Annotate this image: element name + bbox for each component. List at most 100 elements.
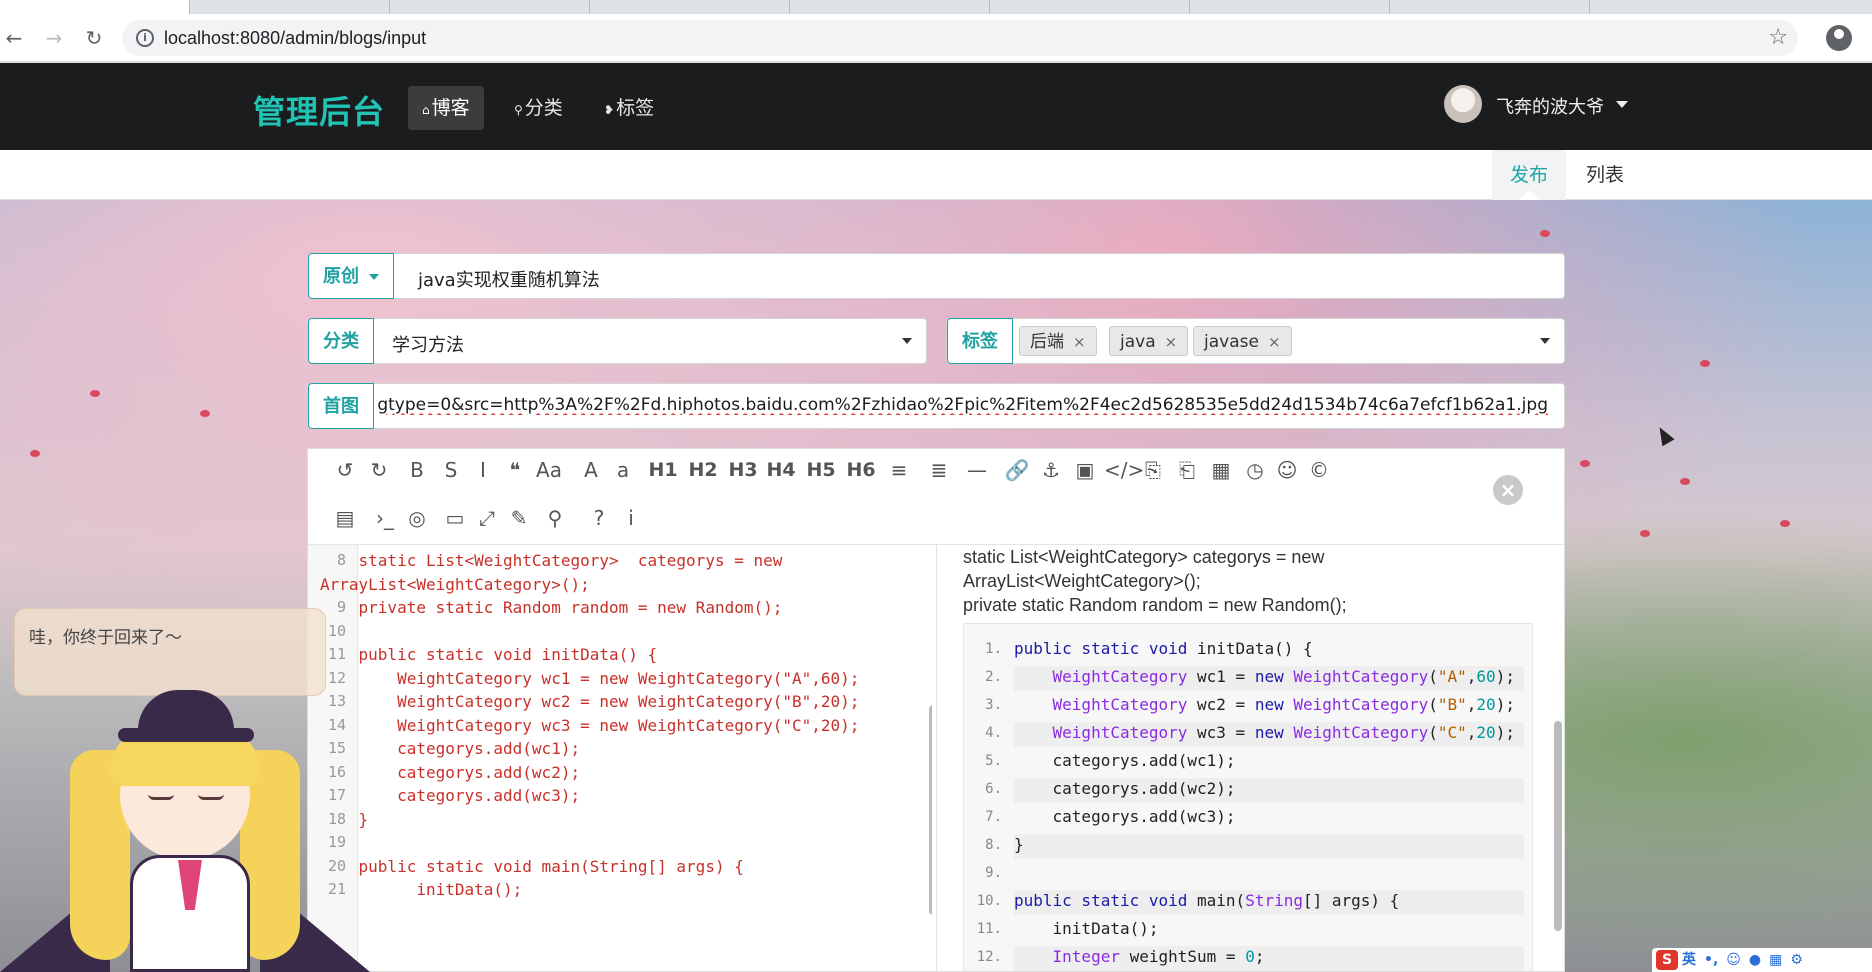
close-icon[interactable]: × [1268, 333, 1281, 351]
redo-icon[interactable]: ↻ [364, 455, 394, 485]
code-line[interactable]: public static void initData() { [320, 645, 658, 664]
ordered-list-icon[interactable]: ≣ [924, 455, 954, 485]
fullscreen-icon[interactable]: ⤢ [472, 503, 502, 533]
h1-button[interactable]: H1 [646, 455, 680, 485]
watch-toggle-icon[interactable]: ◎ [402, 503, 432, 533]
html-entities-icon[interactable]: © [1304, 455, 1334, 485]
horizontal-rule-icon[interactable]: — [962, 455, 992, 485]
code-block-icon[interactable]: ⎘ [1138, 455, 1168, 485]
close-icon[interactable]: × [1493, 475, 1523, 505]
close-icon[interactable]: × [1165, 333, 1178, 351]
help-icon[interactable]: ? [584, 503, 614, 533]
code-line[interactable]: ArrayList<WeightCategory>(); [320, 575, 590, 594]
close-icon[interactable]: × [1073, 333, 1086, 351]
browser-tab[interactable] [800, 0, 990, 14]
h4-button[interactable]: H4 [764, 455, 798, 485]
emoji-icon[interactable]: ☺ [1272, 455, 1302, 485]
h2-button[interactable]: H2 [686, 455, 720, 485]
lowercase-icon[interactable]: a [608, 455, 638, 485]
mascot-character[interactable] [0, 690, 370, 972]
back-icon[interactable]: ← [2, 26, 26, 50]
italic-icon[interactable]: I [468, 455, 498, 485]
browser-tab[interactable] [400, 0, 590, 14]
ime-keyboard-icon[interactable]: ▦ [1769, 948, 1782, 972]
code-line[interactable]: WeightCategory wc1 = new WeightCategory(… [320, 669, 859, 688]
title-input[interactable]: java实现权重随机算法 [418, 266, 600, 292]
code-line: WeightCategory wc1 = new WeightCategory(… [1052, 667, 1515, 686]
cover-url-input[interactable]: fhttp%3A%2F%2Fimgsrc.baidu.com%2Fforum%2… [378, 395, 1548, 415]
sub-navigation: 发布 列表 [0, 150, 1872, 200]
code-preformatted-icon[interactable]: ⎗ [1172, 455, 1202, 485]
scrollbar[interactable] [929, 705, 932, 915]
address-bar[interactable]: i localhost:8080/admin/blogs/input ☆ [122, 20, 1798, 56]
admin-header: 管理后台 ⌂ 博客 ⚲ 分类 ❥ 标签 飞奔的波大爷 [0, 63, 1872, 150]
code-line[interactable]: initData(); [320, 880, 522, 899]
ime-voice-icon[interactable]: ● [1749, 948, 1761, 972]
nav-blogs[interactable]: ⌂ 博客 [408, 86, 484, 130]
anchor-icon[interactable]: ⚓ [1036, 455, 1066, 485]
profile-icon[interactable] [1826, 25, 1852, 51]
code-inline-icon[interactable]: </> [1104, 455, 1144, 485]
code-line[interactable]: static List<WeightCategory> categorys = … [320, 551, 783, 570]
ime-language[interactable]: 英 [1682, 948, 1696, 972]
browser-tab[interactable] [1400, 0, 1590, 14]
category-field[interactable]: 分类 学习方法 [307, 318, 927, 364]
ime-tools-icon[interactable]: ⚙ [1790, 948, 1803, 972]
h3-button[interactable]: H3 [726, 455, 760, 485]
tab-list[interactable]: 列表 [1568, 150, 1642, 200]
nav-categories[interactable]: ⚲ 分类 [500, 86, 577, 130]
browser-tab[interactable] [0, 0, 190, 14]
reload-icon[interactable]: ↻ [82, 26, 106, 50]
scrollbar[interactable] [1554, 721, 1562, 931]
quote-icon[interactable]: ❝ [500, 455, 530, 485]
datetime-icon[interactable]: ◷ [1240, 455, 1270, 485]
strikethrough-icon[interactable]: S [436, 455, 466, 485]
username: 飞奔的波大爷 [1496, 97, 1604, 118]
code-line[interactable]: WeightCategory wc3 = new WeightCategory(… [320, 716, 859, 735]
code-line[interactable]: categorys.add(wc1); [320, 739, 580, 758]
ime-toolbar[interactable]: S 英 •, ☺ ● ▦ ⚙ [1652, 948, 1872, 972]
browser-tab[interactable] [1200, 0, 1390, 14]
code-line[interactable]: public static void main(String[] args) { [320, 857, 744, 876]
link-icon[interactable]: 🔗 [1002, 455, 1032, 485]
tags-field[interactable]: 标签 后端 × java × javase × [946, 318, 1565, 364]
code-line: categorys.add(wc1); [1014, 751, 1236, 770]
uppercase-first-icon[interactable]: A [576, 455, 606, 485]
clear-icon[interactable]: ✎ [504, 503, 534, 533]
code-line[interactable]: private static Random random = new Rando… [320, 598, 783, 617]
table-icon[interactable]: ▦ [1206, 455, 1236, 485]
browser-tab[interactable] [600, 0, 790, 14]
goto-line-icon[interactable]: ▤ [330, 503, 360, 533]
editor-code-pane[interactable]: 8 9 10 11 12 13 14 15 16 17 18 19 20 21 static List<W… [308, 545, 932, 971]
uppercase-icon[interactable]: Aa [534, 455, 564, 485]
bookmark-star-icon[interactable]: ☆ [1768, 25, 1788, 50]
code-line[interactable]: WeightCategory wc2 = new WeightCategory(… [320, 692, 859, 711]
tag-chip-label: javase [1204, 332, 1259, 352]
h6-button[interactable]: H6 [844, 455, 878, 485]
browser-tab[interactable] [200, 0, 390, 14]
unordered-list-icon[interactable]: ≡ [884, 455, 914, 485]
info-icon[interactable]: i [616, 503, 646, 533]
tab-publish[interactable]: 发布 [1492, 150, 1567, 200]
ime-punct-icon[interactable]: •, [1704, 948, 1718, 972]
image-icon[interactable]: ▣ [1070, 455, 1100, 485]
article-type-dropdown[interactable]: 原创 [308, 253, 394, 299]
editor-toolbar: ↺ ↻ B S I ❝ Aa Aa H1 H2 H3 H4 H5 H6 ≡ ≣ — 🔗 ⚓ ▣ </> ⎘ ⎗ ▦ ◷ ☺ © ▤ ›_… [308, 449, 1564, 545]
undo-icon[interactable]: ↺ [330, 455, 360, 485]
site-info-icon[interactable]: i [136, 29, 154, 47]
markdown-editor: ↺ ↻ B S I ❝ Aa Aa H1 H2 H3 H4 H5 H6 ≡ ≣ — 🔗 ⚓ ▣ </> ⎘ ⎗ ▦ ◷ ☺ © ▤ ›_… [307, 448, 1565, 972]
search-icon[interactable]: ⚲ [540, 503, 570, 533]
preview-icon[interactable]: ▭ [440, 503, 470, 533]
nav-tags[interactable]: ❥ 标签 [590, 86, 668, 130]
address-url[interactable]: localhost:8080/admin/blogs/input [164, 28, 426, 49]
browser-tab[interactable] [1000, 0, 1190, 14]
code-line[interactable]: categorys.add(wc3); [320, 786, 580, 805]
forward-icon[interactable]: → [42, 26, 66, 50]
code-line[interactable]: categorys.add(wc2); [320, 763, 580, 782]
tag-chip-label: java [1120, 332, 1156, 352]
terminal-icon[interactable]: ›_ [370, 503, 400, 533]
bold-icon[interactable]: B [402, 455, 432, 485]
h5-button[interactable]: H5 [804, 455, 838, 485]
category-select[interactable]: 学习方法 [392, 331, 464, 357]
ime-emoji-icon[interactable]: ☺ [1726, 948, 1741, 972]
